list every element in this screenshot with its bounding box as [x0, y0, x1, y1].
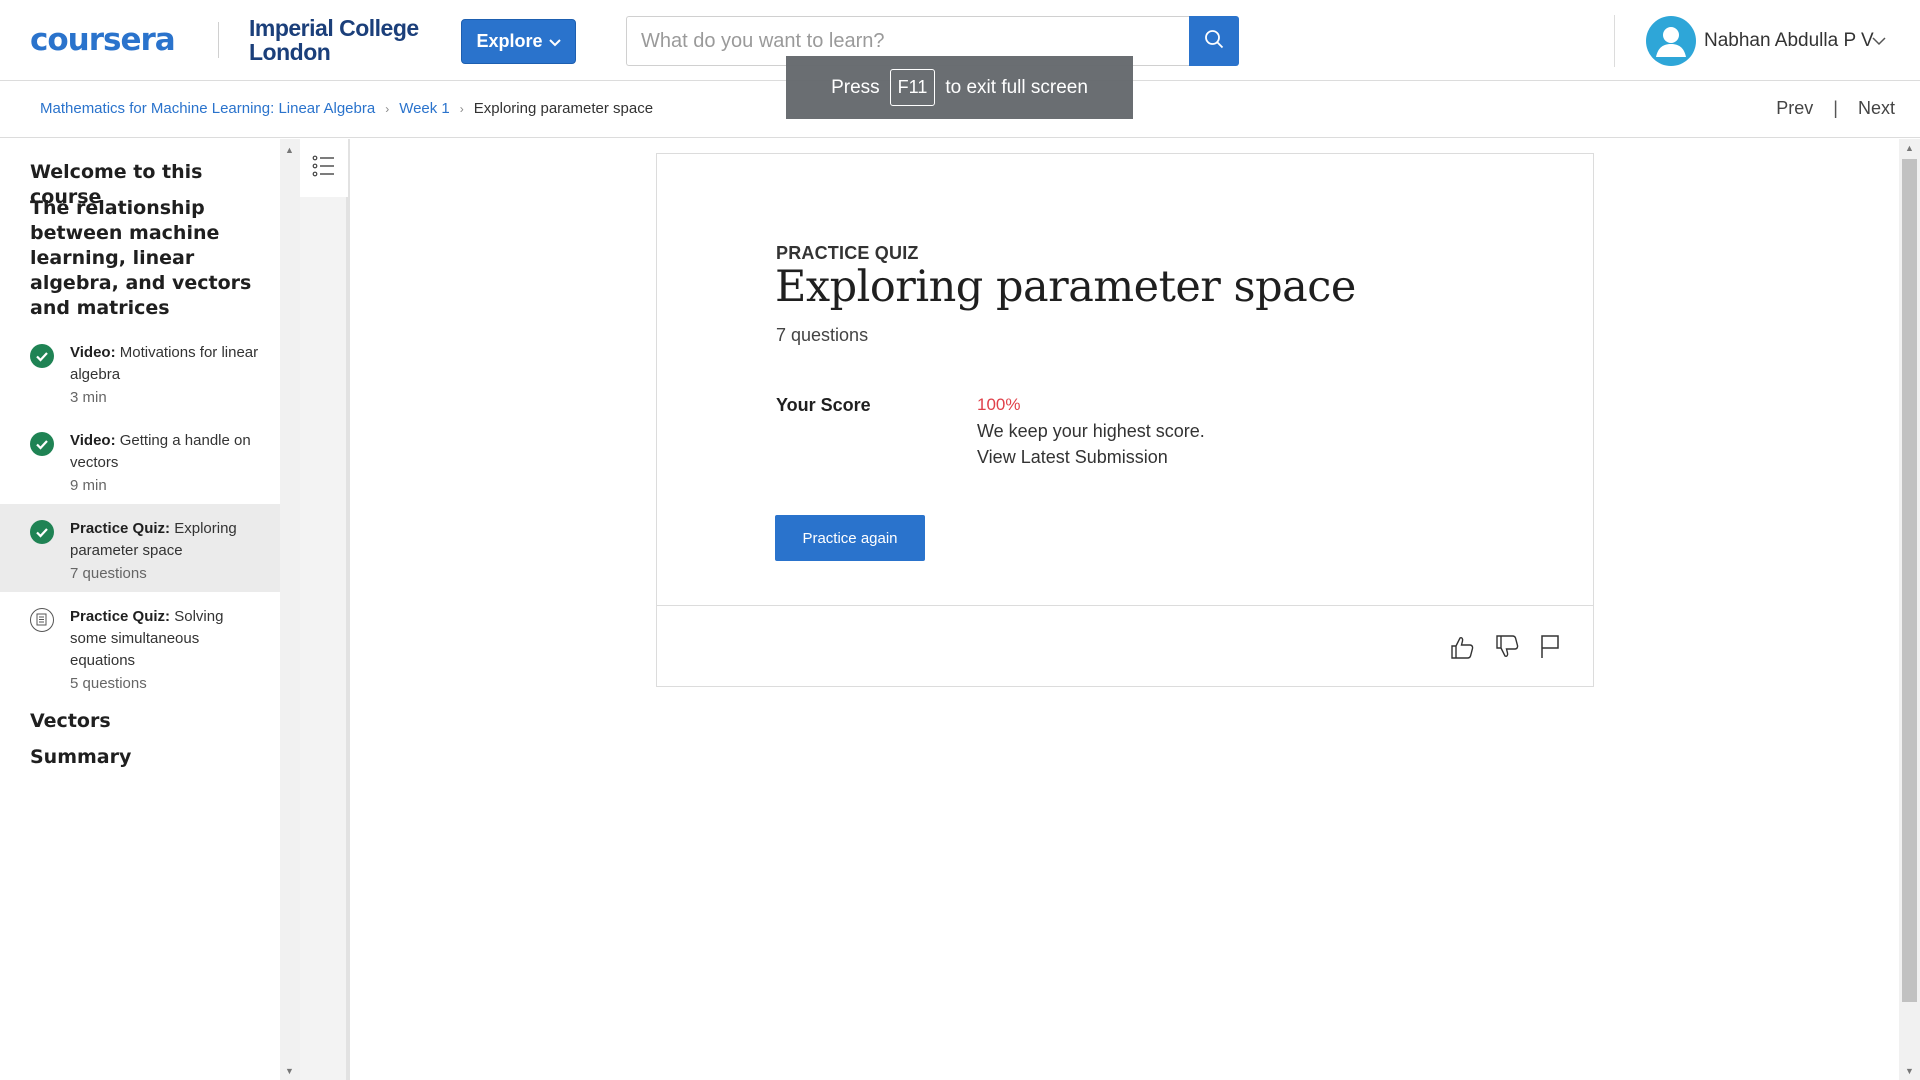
view-latest-submission-link[interactable]: View Latest Submission: [977, 447, 1168, 468]
sidebar-item-text: Video: Getting a handle on vectors 9 min: [70, 430, 260, 498]
search-button[interactable]: [1189, 16, 1239, 66]
item-meta: 9 min: [70, 477, 107, 494]
item-type: Video:: [70, 432, 116, 449]
item-type: Video:: [70, 344, 116, 361]
sidebar-item-handle-vectors[interactable]: Video: Getting a handle on vectors 9 min: [0, 422, 280, 510]
section-vectors[interactable]: Vectors: [30, 709, 111, 734]
breadcrumb: Mathematics for Machine Learning: Linear…: [40, 100, 653, 117]
partner-line1: Imperial College: [249, 15, 419, 41]
fullscreen-toast: Press F11 to exit full screen: [786, 56, 1133, 119]
page-title: Exploring parameter space: [775, 262, 1356, 312]
breadcrumb-week[interactable]: Week 1: [399, 100, 450, 117]
scroll-down-icon[interactable]: ▼: [1905, 1066, 1914, 1076]
breadcrumb-course[interactable]: Mathematics for Machine Learning: Linear…: [40, 100, 375, 117]
nav-separator: |: [1833, 98, 1838, 118]
user-name[interactable]: Nabhan Abdulla P V: [1704, 30, 1874, 52]
quiz-kicker: PRACTICE QUIZ: [776, 243, 919, 263]
score-value: 100%: [977, 395, 1021, 414]
prev-button[interactable]: Prev: [1776, 98, 1813, 119]
chevron-right-icon: ›: [385, 101, 390, 116]
explore-button[interactable]: Explore: [461, 19, 576, 64]
chevron-down-icon: [548, 36, 561, 50]
course-outline-sidebar: Welcome to this course The relationship …: [0, 139, 280, 1080]
sidebar-item-text: Practice Quiz: Exploring parameter space…: [70, 518, 260, 586]
chevron-right-icon: ›: [459, 101, 464, 116]
sidebar-item-simultaneous-equations[interactable]: Practice Quiz: Solving some simultaneous…: [0, 592, 280, 702]
flag-icon[interactable]: [1539, 634, 1561, 665]
search-icon: [1204, 29, 1224, 54]
item-meta: 5 questions: [70, 675, 147, 692]
score-note: We keep your highest score.: [977, 421, 1205, 441]
sidebar-item-text: Video: Motivations for linear algebra 3 …: [70, 342, 260, 410]
breadcrumb-current: Exploring parameter space: [473, 100, 654, 117]
scroll-down-icon[interactable]: ▼: [285, 1066, 294, 1076]
outline-toggle-button[interactable]: [300, 139, 348, 197]
outline-toggle-strip: [300, 139, 350, 1080]
coursera-logo[interactable]: coursera: [30, 22, 176, 58]
quiz-icon: [30, 608, 54, 632]
quiz-card: PRACTICE QUIZ Exploring parameter space …: [656, 153, 1594, 687]
item-type: Practice Quiz:: [70, 520, 171, 537]
card-divider: [657, 605, 1593, 606]
scroll-up-icon[interactable]: ▲: [1905, 143, 1914, 153]
section-summary[interactable]: Summary: [30, 745, 131, 770]
list-icon: [312, 155, 336, 182]
practice-again-button[interactable]: Practice again: [775, 515, 925, 561]
toast-prefix: Press: [831, 76, 880, 98]
partner-line2: London: [249, 39, 331, 65]
sidebar-item-text: Practice Quiz: Solving some simultaneous…: [70, 606, 260, 696]
partner-logo[interactable]: Imperial College London: [249, 16, 419, 64]
item-meta: 3 min: [70, 389, 107, 406]
scroll-up-icon[interactable]: ▲: [285, 145, 294, 155]
sidebar-scrollbar[interactable]: ▲ ▼: [280, 139, 300, 1080]
logo-divider: [218, 22, 219, 58]
thumbs-up-icon[interactable]: [1449, 634, 1475, 665]
next-button[interactable]: Next: [1858, 98, 1895, 119]
item-type: Practice Quiz:: [70, 608, 171, 625]
check-circle-icon: [30, 520, 54, 544]
page-scrollbar[interactable]: ▲ ▼: [1899, 139, 1920, 1080]
scrollbar-thumb[interactable]: [1902, 159, 1917, 1002]
sidebar-item-exploring-parameter-space[interactable]: Practice Quiz: Exploring parameter space…: [0, 504, 280, 592]
prev-next-nav: Prev | Next: [1776, 98, 1895, 119]
explore-label: Explore: [476, 31, 543, 51]
check-circle-icon: [30, 344, 54, 368]
header-divider: [1614, 15, 1615, 67]
sidebar-item-motivations[interactable]: Video: Motivations for linear algebra 3 …: [0, 334, 280, 422]
question-count: 7 questions: [776, 325, 869, 345]
section-relationship[interactable]: The relationship between machine learnin…: [30, 196, 255, 321]
check-circle-icon: [30, 432, 54, 456]
item-meta: 7 questions: [70, 565, 147, 582]
score-label: Your Score: [776, 395, 871, 415]
thumbs-down-icon[interactable]: [1494, 634, 1520, 665]
avatar[interactable]: [1646, 16, 1696, 66]
toast-key: F11: [889, 69, 936, 106]
user-menu-chevron-icon[interactable]: [1872, 33, 1886, 51]
toast-suffix: to exit full screen: [945, 76, 1088, 98]
